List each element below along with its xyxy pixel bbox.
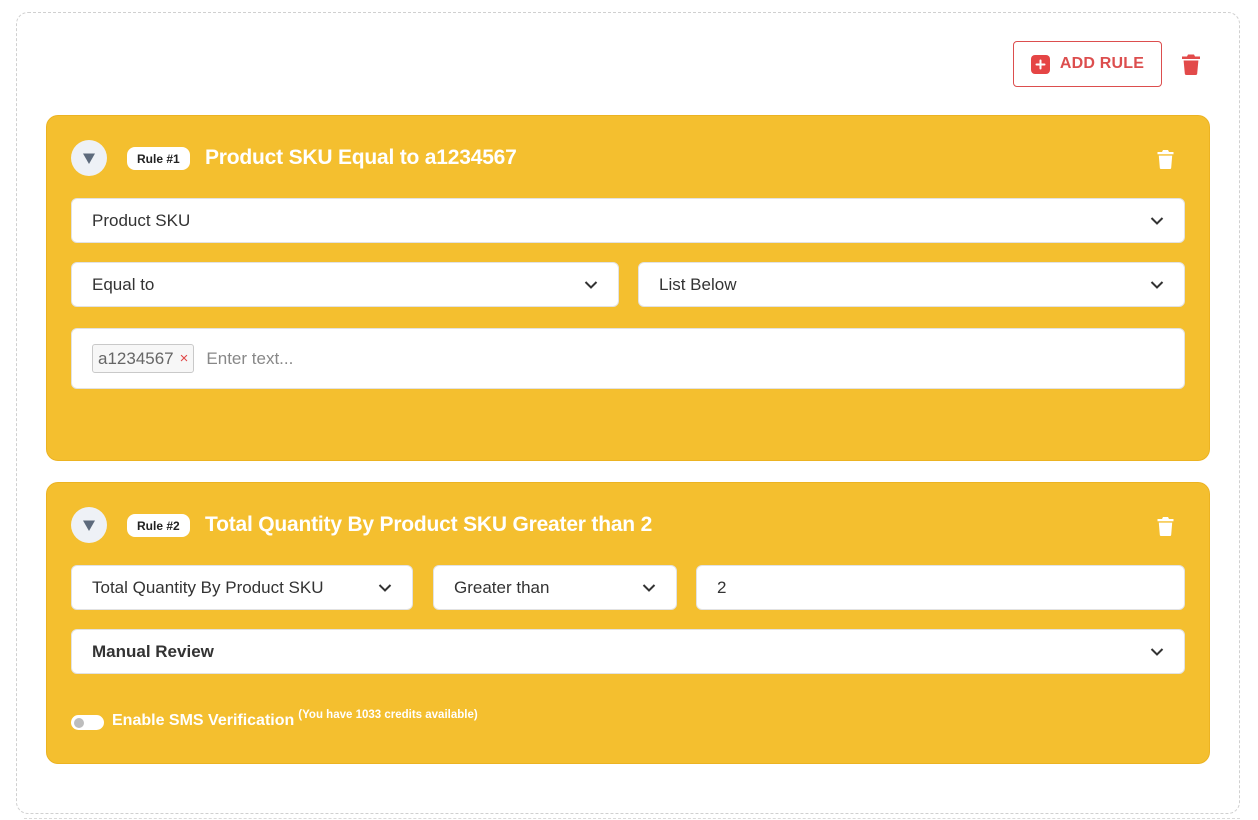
value-source-select-value: List Below (659, 274, 737, 294)
operator-select-value: Equal to (92, 274, 155, 294)
triangle-down-icon (83, 520, 95, 531)
chevron-down-icon (1150, 216, 1164, 225)
field-select[interactable]: Total Quantity By Product SKU (71, 565, 413, 610)
field-select[interactable]: Product SKU (71, 198, 1185, 243)
add-rule-label: ADD RULE (1059, 55, 1145, 72)
trash-icon[interactable] (1157, 516, 1174, 536)
operator-select[interactable]: Equal to (71, 262, 619, 307)
sms-credits-note: (You have 1033 credits available) (298, 709, 478, 721)
collapse-toggle-button[interactable] (71, 140, 107, 176)
chevron-down-icon (584, 280, 598, 289)
operator-select[interactable]: Greater than (433, 565, 677, 610)
rule-card-1: Rule #1 Product SKU Equal to a1234567 Pr… (46, 115, 1210, 461)
triangle-down-icon (83, 153, 95, 164)
chevron-down-icon (642, 583, 656, 592)
action-select-value: Manual Review (92, 641, 214, 661)
toggle-knob (74, 717, 84, 728)
value-source-select[interactable]: List Below (638, 262, 1185, 307)
collapse-toggle-button[interactable] (71, 507, 107, 543)
rule-card-2: Rule #2 Total Quantity By Product SKU Gr… (46, 482, 1210, 764)
tag-remove-icon[interactable]: × (180, 350, 189, 367)
trash-icon[interactable] (1157, 149, 1174, 169)
rule-title: Total Quantity By Product SKU Greater th… (205, 513, 653, 536)
chevron-down-icon (378, 583, 392, 592)
operator-select-value: Greater than (454, 577, 550, 597)
field-select-value: Total Quantity By Product SKU (92, 577, 324, 597)
divider (24, 818, 1240, 819)
add-rule-button[interactable]: ADD RULE (1013, 41, 1162, 87)
rule-badge: Rule #2 (127, 514, 190, 537)
tag-chip-label: a1234567 (98, 348, 174, 368)
tag-chip: a1234567 × (92, 344, 195, 373)
sms-verification-row: Enable SMS Verification (You have 1033 c… (71, 709, 478, 730)
sms-verification-toggle[interactable] (71, 715, 104, 730)
field-select-value: Product SKU (92, 210, 191, 230)
value-input[interactable] (696, 565, 1185, 610)
chevron-down-icon (1150, 280, 1164, 289)
trash-icon[interactable] (1181, 53, 1201, 75)
chevron-down-icon (1150, 647, 1164, 656)
sms-verification-label: Enable SMS Verification (112, 712, 295, 729)
plus-square-icon (1030, 54, 1050, 74)
rule-badge: Rule #1 (127, 147, 190, 170)
action-select[interactable]: Manual Review (71, 629, 1185, 674)
tag-text-input[interactable] (206, 348, 607, 369)
tags-input[interactable]: a1234567 × (71, 328, 1185, 389)
rule-title: Product SKU Equal to a1234567 (205, 146, 517, 169)
